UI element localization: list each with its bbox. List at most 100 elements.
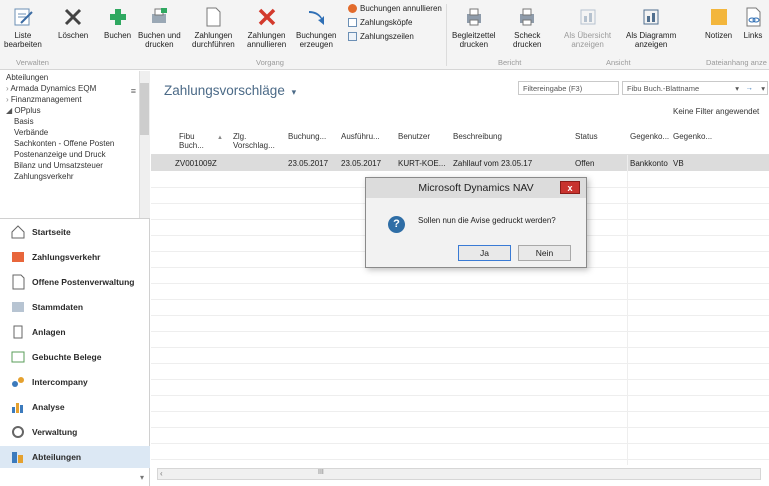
tree-item[interactable]: Bilanz und Umsatzsteuer bbox=[14, 161, 103, 170]
col-header-vorschlag[interactable]: Zlg. Vorschlag... bbox=[233, 132, 275, 150]
cell-benutzer[interactable]: KURT-KOE... bbox=[398, 159, 445, 168]
nav-section-stammdaten[interactable]: Stammdaten bbox=[0, 296, 150, 318]
print-check-button[interactable]: Scheck drucken bbox=[513, 6, 541, 49]
print-slip-button[interactable]: Begleitzettel drucken bbox=[452, 6, 496, 49]
navigation-pane: Abteilungen › Armada Dynamics EQM › Fina… bbox=[0, 71, 150, 486]
nav-section-zahlungsverkehr[interactable]: Zahlungsverkehr bbox=[0, 246, 150, 268]
tree-scrollbar-thumb[interactable] bbox=[140, 83, 149, 135]
cell-ausfuehrung[interactable]: 23.05.2017 bbox=[341, 159, 381, 168]
grid-line bbox=[151, 459, 769, 460]
horizontal-scrollbar[interactable]: ‹ III bbox=[157, 468, 761, 480]
tree-item[interactable]: Postenanzeige und Druck bbox=[14, 150, 106, 159]
scrollbar-grip[interactable]: III bbox=[318, 469, 324, 476]
edit-list-label: Liste bearbeiten bbox=[4, 31, 42, 49]
tree-item[interactable]: Basis bbox=[14, 117, 34, 126]
payment-lines-label: Zahlungszeilen bbox=[360, 32, 414, 41]
nav-section-analyse[interactable]: Analyse bbox=[0, 396, 150, 418]
col-header-ausfuehrung[interactable]: Ausführu... bbox=[341, 132, 380, 141]
create-postings-button[interactable]: Buchungen erzeugen bbox=[296, 6, 336, 49]
grid-line bbox=[151, 427, 769, 428]
cell-status[interactable]: Offen bbox=[575, 159, 594, 168]
print-slip-label: Begleitzettel drucken bbox=[452, 31, 496, 49]
col-header-gegenko-1[interactable]: Gegenko... bbox=[630, 132, 669, 141]
tree-item-label: Armada Dynamics EQM bbox=[10, 84, 97, 93]
grid-line bbox=[151, 395, 769, 396]
printer-icon bbox=[463, 6, 485, 28]
show-chart-button[interactable]: Als Diagramm anzeigen bbox=[626, 6, 676, 49]
no-button[interactable]: Nein bbox=[518, 245, 571, 261]
tree-scrollbar[interactable] bbox=[139, 71, 150, 219]
nav-section-intercompany[interactable]: Intercompany bbox=[0, 371, 150, 393]
nav-section-anlagen[interactable]: Anlagen bbox=[0, 321, 150, 343]
col-header-fibu[interactable]: Fibu Buch... bbox=[179, 132, 204, 150]
edit-list-button[interactable]: Liste bearbeiten bbox=[4, 6, 42, 49]
payment-lines-button[interactable]: Zahlungszeilen bbox=[348, 31, 442, 42]
links-button[interactable]: Links bbox=[742, 6, 764, 40]
cell-fibu[interactable]: ZV001009Z bbox=[175, 159, 217, 168]
chevron-down-icon[interactable]: ▾ bbox=[735, 84, 739, 93]
nav-section-gebuchte-belege[interactable]: Gebuchte Belege bbox=[0, 346, 150, 368]
nav-section-offene-posten[interactable]: Offene Postenverwaltung bbox=[0, 271, 150, 293]
tree-item[interactable]: Abteilungen bbox=[6, 73, 48, 82]
post-print-button[interactable]: Buchen und drucken bbox=[138, 6, 181, 49]
nav-section-label: Intercompany bbox=[32, 377, 88, 387]
cell-beschreibung[interactable]: Zahllauf vom 23.05.17 bbox=[453, 159, 532, 168]
post-print-label: Buchen und drucken bbox=[138, 31, 181, 49]
tree-item[interactable]: ◢ OPplus bbox=[6, 106, 41, 115]
group-label-process: Vorgang bbox=[256, 58, 284, 67]
post-print-icon bbox=[148, 6, 170, 28]
col-header-status[interactable]: Status bbox=[575, 132, 598, 141]
payment-headers-button[interactable]: Zahlungsköpfe bbox=[348, 17, 442, 28]
cancel-payments-button[interactable]: Zahlungen annullieren bbox=[247, 6, 286, 49]
yes-button[interactable]: Ja bbox=[458, 245, 511, 261]
nav-section-abteilungen[interactable]: Abteilungen bbox=[0, 446, 150, 468]
tree-menu-icon[interactable]: ≡ bbox=[131, 86, 136, 96]
nav-section-startseite[interactable]: Startseite bbox=[0, 221, 150, 243]
cancel-small-icon bbox=[348, 4, 357, 13]
nav-section-label: Startseite bbox=[32, 227, 71, 237]
notes-button[interactable]: Notizen bbox=[705, 6, 732, 40]
grid-line bbox=[151, 283, 769, 284]
nav-section-label: Anlagen bbox=[32, 327, 66, 337]
col-header-buchung[interactable]: Buchung... bbox=[288, 132, 326, 141]
arrow-return-icon bbox=[305, 6, 327, 28]
scroll-left-icon[interactable]: ‹ bbox=[160, 469, 163, 478]
page-title[interactable]: Zahlungsvorschläge ▾ bbox=[164, 83, 296, 98]
chevron-down-icon[interactable]: ▾ bbox=[292, 87, 297, 97]
cancel-postings-small-button[interactable]: Buchungen annullieren bbox=[348, 3, 442, 14]
filter-input[interactable]: Filtereingabe (F3) bbox=[518, 81, 619, 95]
nav-section-verwaltung[interactable]: Verwaltung bbox=[0, 421, 150, 443]
cell-gegenko-2[interactable]: VB bbox=[673, 159, 684, 168]
tree-item[interactable]: › Finanzmanagement bbox=[6, 95, 82, 104]
tree-item[interactable]: Sachkonten - Offene Posten bbox=[14, 139, 114, 148]
overview-icon bbox=[577, 6, 599, 28]
tree-item-label: Finanzmanagement bbox=[10, 95, 82, 104]
filter-field-label: Fibu Buch.-Blattname bbox=[627, 84, 700, 93]
print-check-label: Scheck drucken bbox=[513, 31, 542, 49]
tree-item[interactable]: Zahlungsverkehr bbox=[14, 172, 74, 181]
col-header-gegenko-2[interactable]: Gegenko... bbox=[673, 132, 712, 141]
show-chart-label: Als Diagramm anzeigen bbox=[626, 31, 677, 49]
tree-item[interactable]: › Armada Dynamics EQM bbox=[6, 84, 96, 93]
post-label: Buchen bbox=[104, 31, 132, 40]
analysis-icon bbox=[10, 399, 26, 415]
filter-field-select[interactable]: Fibu Buch.-Blattname ▾ → ▾ bbox=[622, 81, 768, 95]
post-button[interactable]: Buchen bbox=[104, 6, 131, 40]
delete-button[interactable]: Löschen bbox=[58, 6, 88, 40]
grid-line bbox=[151, 331, 769, 332]
cell-buchung[interactable]: 23.05.2017 bbox=[288, 159, 328, 168]
nav-configure-icon[interactable]: ▾ bbox=[140, 473, 144, 482]
arrow-right-icon[interactable]: → bbox=[746, 83, 754, 92]
open-items-icon bbox=[10, 274, 26, 290]
close-button[interactable]: x bbox=[560, 181, 580, 194]
cancel-payments-label: Zahlungen annullieren bbox=[247, 31, 287, 49]
ribbon-separator bbox=[446, 4, 447, 66]
cell-gegenko-1[interactable]: Bankkonto bbox=[630, 159, 668, 168]
tree-item[interactable]: Verbände bbox=[14, 128, 48, 137]
col-header-benutzer[interactable]: Benutzer bbox=[398, 132, 430, 141]
col-header-beschreibung[interactable]: Beschreibung bbox=[453, 132, 502, 141]
show-overview-button[interactable]: Als Übersicht anzeigen bbox=[564, 6, 611, 49]
chevron-down-icon[interactable]: ▾ bbox=[761, 84, 765, 93]
group-label-manage: Verwalten bbox=[16, 58, 49, 67]
execute-payments-button[interactable]: Zahlungen durchführen bbox=[192, 6, 235, 49]
